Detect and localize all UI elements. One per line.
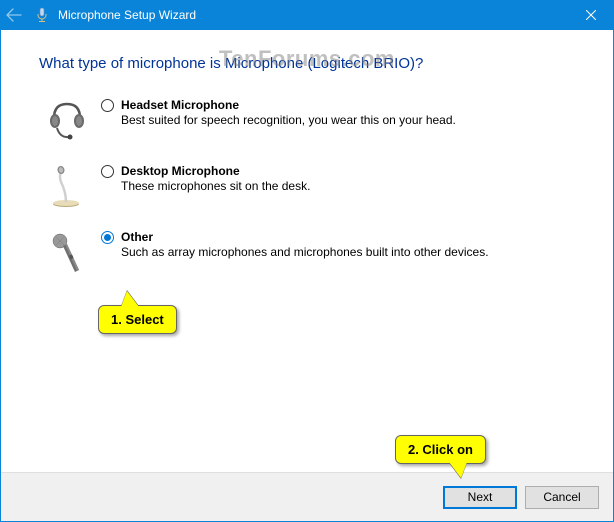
radio-icon: [101, 165, 114, 178]
microphone-icon: [34, 7, 50, 23]
callout-text: 2. Click on: [408, 442, 473, 457]
wizard-footer: Next Cancel: [1, 472, 613, 521]
option-label: Other: [121, 230, 153, 244]
callout-select: 1. Select: [98, 305, 177, 334]
handheld-mic-icon: [47, 230, 87, 278]
option-desc: Best suited for speech recognition, you …: [121, 113, 575, 127]
back-arrow-icon[interactable]: [0, 0, 28, 30]
option-other: Other Such as array microphones and micr…: [47, 230, 575, 278]
option-headset: Headset Microphone Best suited for speec…: [47, 98, 575, 146]
next-button[interactable]: Next: [443, 486, 517, 509]
radio-icon: [101, 99, 114, 112]
close-button[interactable]: [568, 0, 614, 30]
radio-icon: [101, 231, 114, 244]
microphone-type-options: Headset Microphone Best suited for speec…: [47, 98, 575, 278]
headset-icon: [47, 98, 87, 146]
option-label: Desktop Microphone: [121, 164, 240, 178]
wizard-content: What type of microphone is Microphone (L…: [1, 31, 613, 472]
option-desc: Such as array microphones and microphone…: [121, 245, 575, 259]
option-desc: These microphones sit on the desk.: [121, 179, 575, 193]
page-heading: What type of microphone is Microphone (L…: [39, 55, 575, 72]
callout-text: 1. Select: [111, 312, 164, 327]
titlebar: Microphone Setup Wizard: [0, 0, 614, 30]
radio-headset[interactable]: Headset Microphone: [101, 98, 575, 112]
option-label: Headset Microphone: [121, 98, 239, 112]
window-title: Microphone Setup Wizard: [58, 8, 196, 22]
radio-other[interactable]: Other: [101, 230, 575, 244]
callout-clickon: 2. Click on: [395, 435, 486, 464]
option-desktop: Desktop Microphone These microphones sit…: [47, 164, 575, 212]
desktop-mic-icon: [47, 164, 87, 212]
radio-desktop[interactable]: Desktop Microphone: [101, 164, 575, 178]
cancel-button[interactable]: Cancel: [525, 486, 599, 509]
